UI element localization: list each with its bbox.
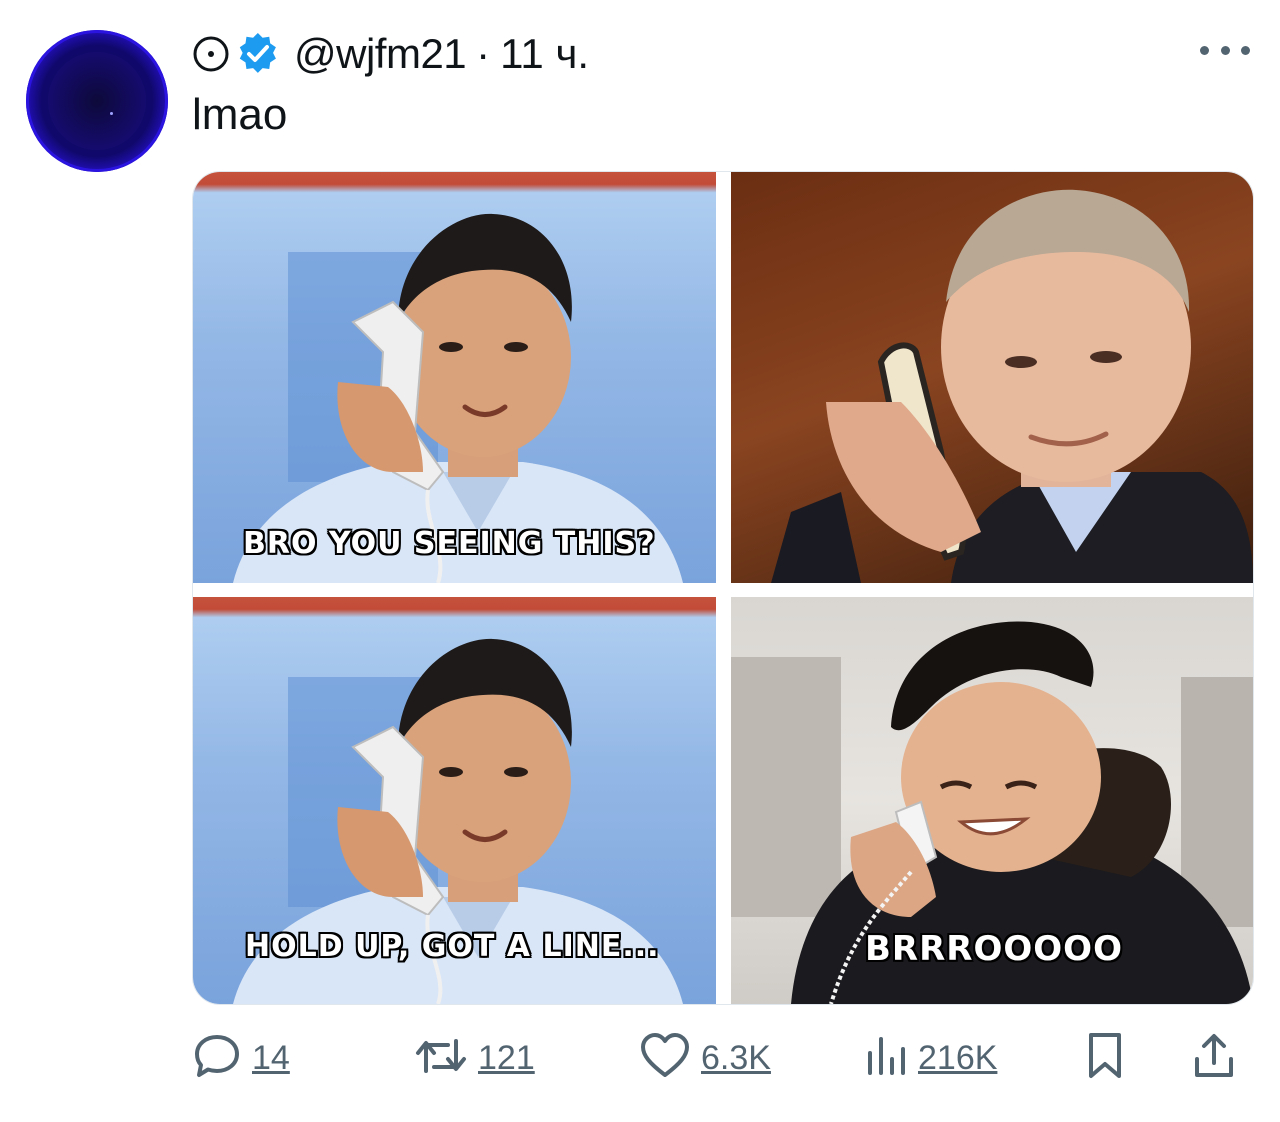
tweet-time[interactable]: 11 ч.	[500, 30, 589, 78]
verified-badge-icon	[236, 32, 280, 76]
views-button[interactable]: 216K	[864, 1030, 997, 1086]
user-handle[interactable]: @wjfm21	[294, 30, 467, 78]
meme-caption-top-left: BRO YOU SEEING THIS?	[243, 526, 656, 561]
meme-caption-bottom-left: HOLD UP, GOT A LINE...	[245, 929, 660, 964]
share-button[interactable]	[1192, 1030, 1236, 1086]
views-count: 216K	[918, 1038, 998, 1077]
avatar-inner	[48, 52, 146, 150]
heart-icon	[639, 1031, 691, 1086]
more-icon[interactable]	[1200, 38, 1250, 62]
retweet-count: 121	[478, 1038, 535, 1077]
circle-dot-icon	[192, 35, 230, 73]
tweet: @wjfm21 · 11 ч. lmao BRO YOU SEEING THIS…	[0, 0, 1280, 1122]
media-image[interactable]: BRO YOU SEEING THIS? HOLD UP, GOT A LINE…	[192, 171, 1254, 1005]
reply-button[interactable]: 14	[192, 1030, 290, 1086]
tweet-text: lmao	[192, 90, 288, 139]
retweet-icon	[414, 1031, 468, 1086]
views-icon	[864, 1031, 908, 1086]
bookmark-button[interactable]	[1085, 1030, 1125, 1086]
bookmark-icon	[1085, 1031, 1125, 1086]
tweet-header: @wjfm21 · 11 ч.	[192, 26, 589, 82]
meme-panel-top-left	[193, 172, 716, 583]
retweet-button[interactable]: 121	[414, 1030, 535, 1086]
reply-icon	[192, 1031, 242, 1086]
reply-count: 14	[252, 1038, 290, 1077]
meme-caption-bottom-right: BRRROOOOO	[865, 929, 1123, 969]
like-count: 6.3K	[701, 1038, 771, 1077]
share-icon	[1192, 1031, 1236, 1086]
tweet-actions: 14 121 6.3K 216K	[192, 1030, 1252, 1086]
avatar-dot	[110, 112, 113, 115]
like-button[interactable]: 6.3K	[639, 1030, 771, 1086]
avatar[interactable]	[26, 30, 168, 172]
meme-panel-top-right	[731, 172, 1253, 583]
header-separator: ·	[476, 30, 491, 77]
